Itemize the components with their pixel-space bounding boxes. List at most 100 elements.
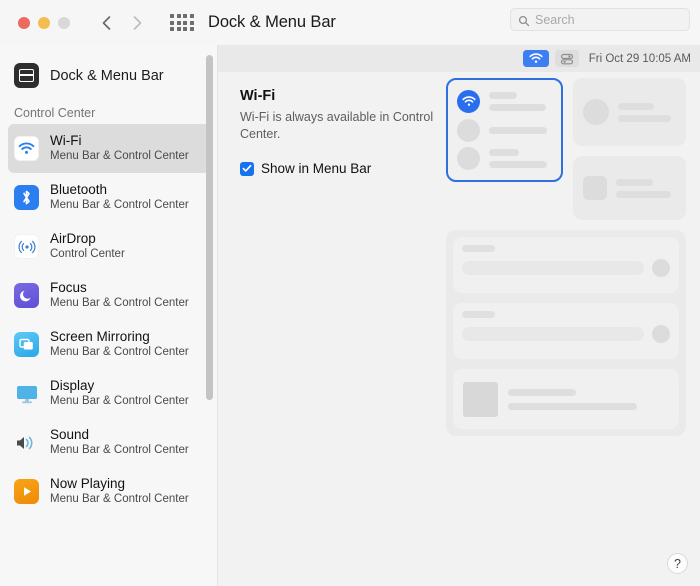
- sidebar-item-text: Display Menu Bar & Control Center: [50, 378, 189, 408]
- sidebar-item-label: Bluetooth: [50, 182, 108, 198]
- placeholder-bar: [508, 402, 637, 410]
- help-button[interactable]: ?: [667, 553, 688, 574]
- slider-knob[interactable]: [652, 259, 670, 277]
- placeholder-bar: [508, 388, 576, 396]
- cc-sliders-group: [446, 230, 686, 436]
- sidebar-item-text: Sound Menu Bar & Control Center: [50, 427, 189, 457]
- control-center-preview: [446, 78, 686, 436]
- wifi-settings-section: Wi-Fi Wi-Fi is always available in Contr…: [240, 88, 450, 176]
- focus-moon-icon: [14, 283, 39, 308]
- cc-placeholder-bars: [618, 102, 676, 122]
- placeholder-square: [583, 176, 607, 200]
- navigation-buttons: [96, 12, 148, 34]
- cc-left-column: [446, 78, 563, 220]
- forward-chevron-icon[interactable]: [126, 12, 148, 34]
- show-all-grid-icon[interactable]: [170, 13, 194, 33]
- placeholder-dot: [457, 118, 480, 142]
- placeholder-bar: [616, 178, 654, 186]
- display-icon: [14, 381, 39, 406]
- cc-now-playing-card[interactable]: [453, 369, 679, 429]
- wifi-icon: [14, 136, 39, 161]
- placeholder-bar: [489, 149, 520, 156]
- sidebar-item-label: Now Playing: [50, 476, 126, 492]
- show-in-menu-bar-row[interactable]: Show in Menu Bar: [240, 161, 450, 176]
- menubar-wifi-icon[interactable]: [522, 50, 549, 67]
- slider-row: [462, 325, 670, 343]
- search-placeholder: Search: [535, 12, 575, 27]
- section-heading: Wi-Fi: [240, 88, 276, 104]
- sidebar-item-now-playing[interactable]: Now Playing Menu Bar & Control Center: [8, 467, 210, 516]
- screen-mirroring-icon: [14, 332, 39, 357]
- sidebar-item-text: Focus Menu Bar & Control Center: [50, 280, 189, 310]
- cc-placeholder-row: [457, 118, 552, 142]
- sidebar-item-text: Now Playing Menu Bar & Control Center: [50, 476, 189, 506]
- minimize-button[interactable]: [38, 16, 50, 29]
- zoom-button[interactable]: [58, 16, 70, 29]
- sidebar-item-sound[interactable]: Sound Menu Bar & Control Center: [8, 418, 210, 467]
- cc-placeholder-bars: [489, 149, 552, 168]
- cc-wifi-card-selected[interactable]: [446, 78, 563, 182]
- back-chevron-icon[interactable]: [96, 12, 118, 34]
- placeholder-bar: [489, 126, 547, 134]
- cc-card-display[interactable]: [573, 78, 686, 146]
- album-art-placeholder: [463, 381, 498, 417]
- title-bar: Dock & Menu Bar Search: [0, 0, 700, 45]
- sidebar-item-label: Focus: [50, 280, 87, 296]
- sidebar-item-sublabel: Menu Bar & Control Center: [50, 493, 189, 506]
- sidebar-item-sublabel: Menu Bar & Control Center: [50, 346, 189, 359]
- sidebar-item-text: AirDrop Control Center: [50, 231, 125, 261]
- sidebar-item-wifi[interactable]: Wi-Fi Menu Bar & Control Center: [8, 124, 210, 173]
- cc-slider-sound[interactable]: [453, 303, 679, 359]
- sidebar-item-screen-mirroring[interactable]: Screen Mirroring Menu Bar & Control Cent…: [8, 320, 210, 369]
- cc-placeholder-bars: [489, 92, 552, 111]
- sidebar-item-sublabel: Control Center: [50, 248, 125, 261]
- cc-wifi-row: [457, 90, 552, 113]
- cc-placeholder-bars: [616, 178, 676, 198]
- placeholder-bar: [489, 104, 546, 111]
- sidebar-scrollbar[interactable]: [206, 55, 213, 400]
- main-panel: Fri Oct 29 10:05 AM Wi-Fi Wi-Fi is alway…: [218, 45, 700, 586]
- sidebar-item-sublabel: Menu Bar & Control Center: [50, 444, 189, 457]
- cc-card-keyboard[interactable]: [573, 156, 686, 220]
- control-center-icon[interactable]: [554, 50, 579, 67]
- sidebar-list: Wi-Fi Menu Bar & Control Center Bluetoot…: [0, 124, 218, 516]
- placeholder-bar: [618, 102, 654, 110]
- placeholder-dot: [583, 99, 609, 125]
- slider-label-placeholder: [462, 245, 495, 252]
- airdrop-icon: [14, 234, 39, 259]
- section-description: Wi-Fi is always available in Control Cen…: [240, 110, 434, 141]
- cc-placeholder-bars: [508, 388, 669, 410]
- traffic-lights: [18, 16, 70, 29]
- sidebar-item-airdrop[interactable]: AirDrop Control Center: [8, 222, 210, 271]
- sidebar-section-label: Control Center: [14, 106, 96, 120]
- placeholder-bar: [616, 190, 672, 198]
- sidebar-item-bluetooth[interactable]: Bluetooth Menu Bar & Control Center: [8, 173, 210, 222]
- placeholder-dot: [457, 147, 480, 170]
- close-button[interactable]: [18, 16, 30, 29]
- show-in-menu-bar-checkbox[interactable]: [240, 161, 254, 176]
- sidebar-item-display[interactable]: Display Menu Bar & Control Center: [8, 369, 210, 418]
- cc-placeholder-row: [457, 147, 552, 170]
- cc-slider-display[interactable]: [453, 237, 679, 293]
- now-playing-icon: [14, 479, 39, 504]
- sidebar-item-label: Screen Mirroring: [50, 329, 150, 345]
- sidebar-item-sublabel: Menu Bar & Control Center: [50, 150, 189, 163]
- sidebar-item-text: Bluetooth Menu Bar & Control Center: [50, 182, 189, 212]
- placeholder-bar: [618, 114, 672, 122]
- sidebar-item-focus[interactable]: Focus Menu Bar & Control Center: [8, 271, 210, 320]
- slider-row: [462, 259, 670, 277]
- placeholder-bar: [489, 92, 518, 99]
- bluetooth-icon: [14, 185, 39, 210]
- page-title: Dock & Menu Bar: [208, 13, 336, 31]
- cc-top-row: [446, 78, 686, 220]
- sidebar-item-label: AirDrop: [50, 231, 96, 247]
- slider-label-placeholder: [462, 311, 495, 318]
- sidebar-item-text: Screen Mirroring Menu Bar & Control Cent…: [50, 329, 189, 359]
- sidebar-item-sublabel: Menu Bar & Control Center: [50, 297, 189, 310]
- sidebar-item-label: Sound: [50, 427, 90, 443]
- slider-track[interactable]: [462, 261, 644, 275]
- slider-track[interactable]: [462, 327, 644, 341]
- search-field[interactable]: Search: [510, 8, 690, 31]
- slider-knob[interactable]: [652, 325, 670, 343]
- menu-bar-preview: Fri Oct 29 10:05 AM: [218, 45, 700, 72]
